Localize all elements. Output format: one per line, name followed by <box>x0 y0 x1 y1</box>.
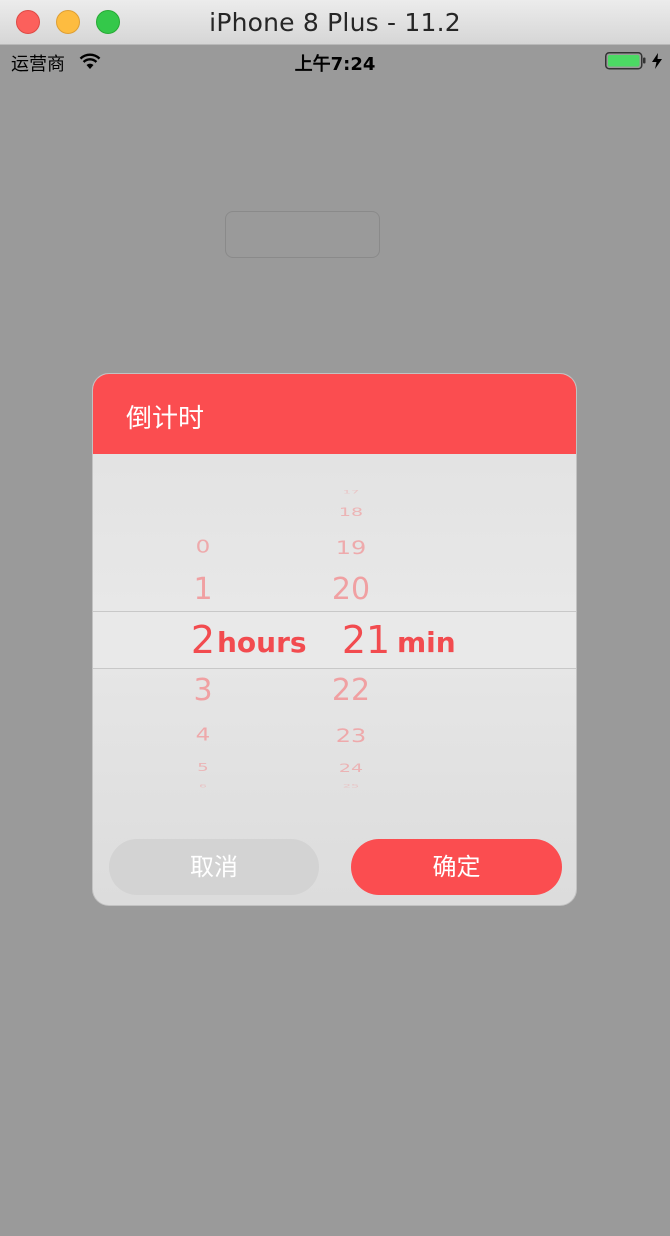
minutes-option[interactable]: 23 <box>309 727 393 746</box>
minutes-option[interactable]: 17 <box>309 490 393 495</box>
dialog-title: 倒计时 <box>126 404 205 434</box>
minutes-option[interactable]: 20 <box>309 575 393 605</box>
minutes-unit-label: min <box>397 626 456 659</box>
confirm-button[interactable]: 确定 <box>351 839 562 895</box>
simulator-title-bar: iPhone 8 Plus - 11.2 <box>0 0 670 45</box>
hours-option[interactable]: 4 <box>161 726 245 745</box>
minutes-option[interactable]: 24 <box>309 763 393 774</box>
charging-bolt-icon <box>652 53 662 69</box>
minutes-option[interactable]: 18 <box>309 506 393 518</box>
minutes-option[interactable]: 25 <box>309 784 393 789</box>
hours-option[interactable]: 6 <box>161 784 245 788</box>
status-time: 上午7:24 <box>294 54 376 75</box>
countdown-picker[interactable]: 0 1 2 3 4 5 6 hours 17 18 19 20 21 22 23… <box>93 454 576 794</box>
dialog-header: 倒计时 <box>93 374 576 454</box>
cancel-button[interactable]: 取消 <box>109 839 319 895</box>
hours-option[interactable]: 0 <box>161 538 245 557</box>
hours-option[interactable]: 1 <box>161 575 245 605</box>
background-button[interactable] <box>225 211 380 258</box>
status-bar: 运营商 上午7:24 <box>0 45 670 77</box>
battery-icon <box>605 52 646 70</box>
window-title: iPhone 8 Plus - 11.2 <box>209 8 461 37</box>
minutes-selected[interactable]: 21 <box>341 621 391 659</box>
minutes-option[interactable]: 22 <box>309 676 393 706</box>
hours-option[interactable]: 3 <box>161 676 245 706</box>
hours-unit-label: hours <box>217 626 307 659</box>
hours-option[interactable]: 5 <box>161 762 245 774</box>
countdown-dialog: 倒计时 0 1 2 3 4 5 6 hours 17 18 19 20 21 2… <box>92 373 577 906</box>
minutes-option[interactable]: 19 <box>309 539 393 558</box>
